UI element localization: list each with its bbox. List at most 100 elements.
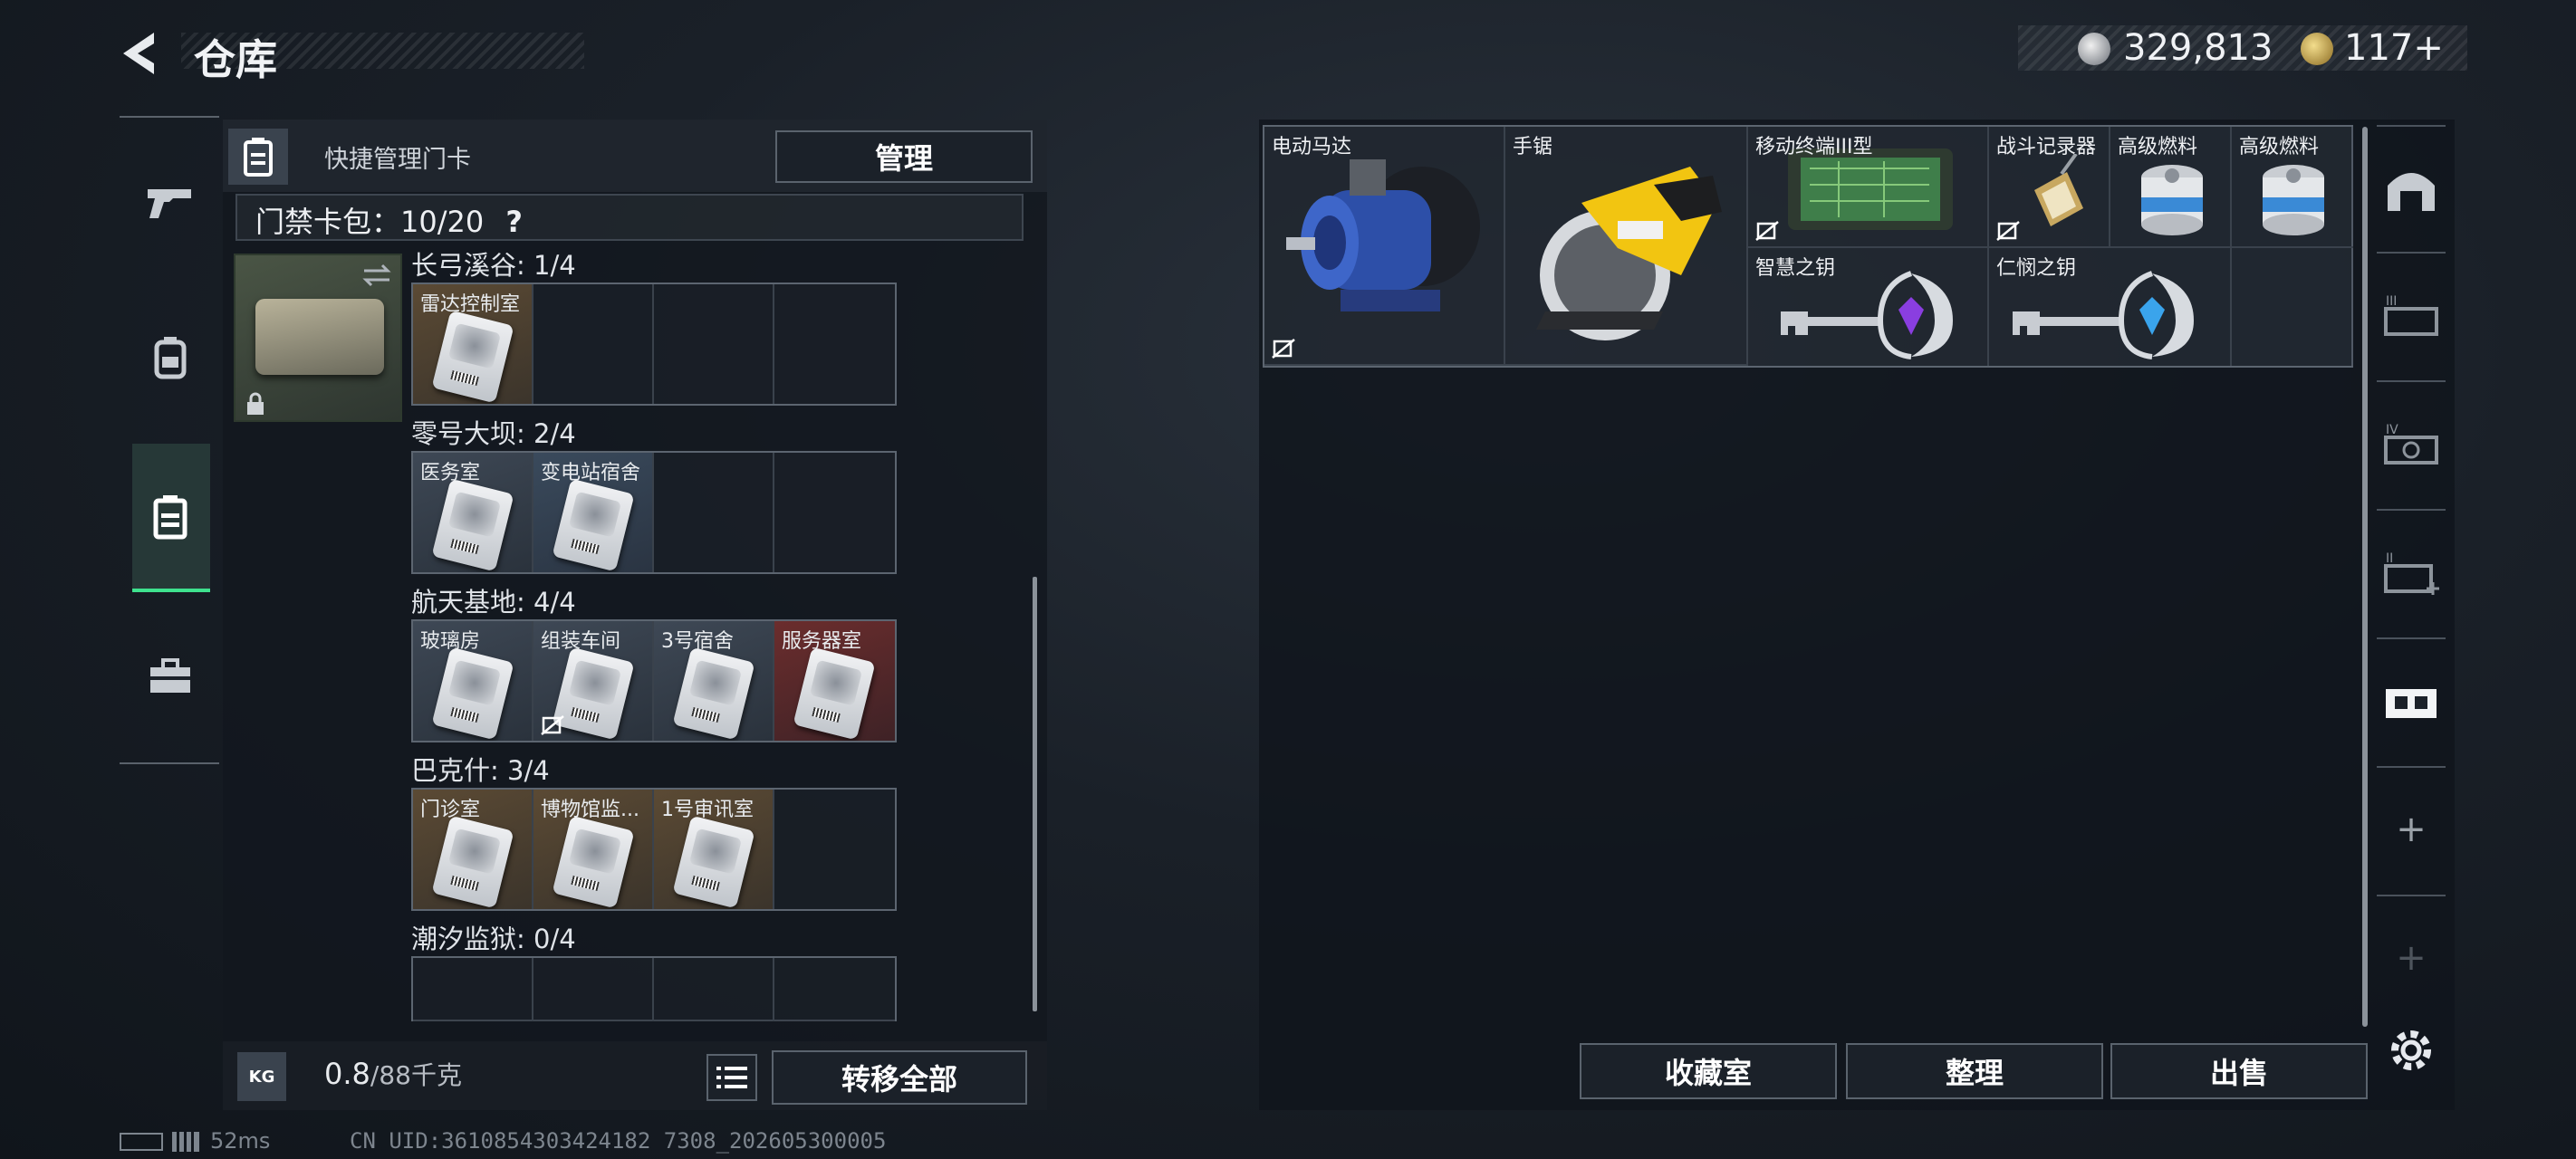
- region-card-grid: 雷达控制室: [411, 283, 897, 406]
- lock-icon: [245, 391, 266, 417]
- empty-keycard-slot[interactable]: [654, 453, 774, 572]
- vault-icon[interactable]: [2371, 150, 2451, 230]
- fuel-can-icon: [2141, 165, 2203, 235]
- empty-keycard-slot[interactable]: [774, 790, 895, 909]
- keycard-slot[interactable]: 玻璃房: [413, 621, 533, 741]
- keycard-name: 医务室: [420, 462, 481, 484]
- card-wallet-image: [255, 299, 384, 375]
- empty-keycard-slot[interactable]: [654, 958, 774, 1021]
- gold-coin-amount[interactable]: 117+: [2344, 27, 2444, 69]
- silver-coin-icon: [2078, 33, 2110, 65]
- user-uid: CN UID:3610854303424182 7308_20260530000…: [350, 1128, 887, 1154]
- help-icon[interactable]: ?: [505, 205, 523, 239]
- transfer-all-button[interactable]: 转移全部: [772, 1050, 1027, 1105]
- svg-text:IV: IV: [2386, 423, 2398, 437]
- empty-keycard-slot[interactable]: [654, 284, 774, 404]
- item-name: 高级燃料: [2118, 136, 2198, 158]
- keycard-name: 博物馆监...: [541, 799, 639, 821]
- keycard-slot[interactable]: 雷达控制室: [413, 284, 533, 404]
- weight-max: /88千克: [370, 1060, 462, 1090]
- stash-page-iv-icon[interactable]: IV: [2371, 404, 2451, 484]
- keycard-image: [431, 815, 514, 909]
- back-arrow-icon[interactable]: [118, 29, 161, 78]
- battery-icon: [120, 1133, 163, 1151]
- keycard-name: 变电站宿舍: [541, 462, 641, 484]
- stash-item[interactable]: 仁悯之钥: [1989, 248, 2232, 366]
- keycard-wallet-icon: [228, 129, 288, 185]
- keycard-image: [552, 815, 635, 909]
- stash-panel: 电动马达 手锯 移动终端III型 战斗记录器 高级燃料 高级燃料 智慧之钥 仁悯…: [1259, 120, 2455, 1110]
- stash-page-ii-icon[interactable]: II: [2371, 532, 2451, 612]
- keycard-capacity: 门禁卡包：10/20 ?: [255, 199, 523, 241]
- swap-icon[interactable]: [360, 263, 393, 288]
- keycard-name: 3号宿舍: [661, 630, 734, 653]
- empty-slot[interactable]: [2232, 248, 2353, 366]
- list-view-button[interactable]: [706, 1054, 757, 1101]
- page-title: 仓库: [194, 35, 277, 84]
- circular-saw-icon: [1536, 167, 1722, 340]
- keycard-image: [431, 647, 514, 741]
- empty-keycard-slot[interactable]: [774, 284, 895, 404]
- weight-value: 0.8: [324, 1057, 370, 1091]
- backpack-icon[interactable]: [133, 321, 207, 395]
- stash-item[interactable]: 高级燃料: [2110, 127, 2232, 248]
- stash-item[interactable]: 电动马达: [1264, 127, 1505, 366]
- stash-item[interactable]: 高级燃料: [2232, 127, 2353, 248]
- currency-bar: 329,813 117+: [2018, 25, 2467, 71]
- empty-keycard-slot[interactable]: [774, 453, 895, 572]
- region-title: 航天基地: 4/4: [411, 587, 576, 618]
- item-name: 移动终端III型: [1755, 136, 1873, 158]
- network-status: 52ms: [120, 1128, 270, 1154]
- region-card-grid: [411, 956, 897, 1021]
- keycard-capacity-row: 门禁卡包：10/20 ?: [235, 194, 1024, 241]
- region-title: 零号大坝: 2/4: [411, 418, 576, 449]
- pistol-icon[interactable]: [133, 165, 207, 239]
- gear-icon[interactable]: [2384, 1023, 2438, 1078]
- untradeable-icon: [541, 715, 564, 735]
- electric-motor-icon: [1286, 159, 1480, 311]
- capacity-value: 10/20: [400, 205, 485, 239]
- region-title: 潮汐监狱: 0/4: [411, 924, 576, 954]
- stash-item[interactable]: 移动终端III型: [1748, 127, 1989, 248]
- keycard-slot[interactable]: 服务器室: [774, 621, 895, 741]
- empty-keycard-slot[interactable]: [774, 958, 895, 1021]
- collection-room-button[interactable]: 收藏室: [1580, 1043, 1837, 1099]
- stash-page-rail: III IV II + +: [2366, 125, 2456, 1058]
- stash-item[interactable]: 手锯: [1505, 127, 1748, 366]
- add-disabled-icon: +: [2396, 937, 2427, 979]
- empty-keycard-slot[interactable]: [533, 958, 654, 1021]
- untradeable-icon: [1272, 339, 1295, 359]
- keycard-slot[interactable]: 3号宿舍: [654, 621, 774, 741]
- silver-coin-amount: 329,813: [2123, 27, 2273, 69]
- keycard-wallet-icon[interactable]: [133, 480, 207, 554]
- stash-item[interactable]: 战斗记录器: [1989, 127, 2110, 248]
- keycard-scrollbar[interactable]: [1033, 577, 1037, 1011]
- sort-button[interactable]: 整理: [1846, 1043, 2103, 1099]
- category-nav: [120, 116, 219, 764]
- toolbox-icon[interactable]: [133, 639, 207, 714]
- keycard-slot[interactable]: 博物馆监...: [533, 790, 654, 909]
- keycard-slot[interactable]: 变电站宿舍: [533, 453, 654, 572]
- keycard-slot[interactable]: 1号审讯室: [654, 790, 774, 909]
- keycard-slot[interactable]: 组装车间: [533, 621, 654, 741]
- item-name: 高级燃料: [2239, 136, 2320, 158]
- card-wallet-slot[interactable]: [234, 254, 402, 422]
- keycard-slot[interactable]: 医务室: [413, 453, 533, 572]
- manage-button[interactable]: 管理: [775, 130, 1033, 183]
- empty-keycard-slot[interactable]: [413, 958, 533, 1021]
- keycard-image: [672, 647, 755, 741]
- keycard-image: [793, 647, 876, 741]
- sell-button[interactable]: 出售: [2110, 1043, 2368, 1099]
- keycard-name: 组装车间: [541, 630, 621, 653]
- untradeable-icon: [1996, 221, 2020, 241]
- stash-item-grid: 电动马达 手锯 移动终端III型 战斗记录器 高级燃料 高级燃料 智慧之钥 仁悯…: [1263, 125, 2353, 368]
- empty-keycard-slot[interactable]: [533, 284, 654, 404]
- add-icon[interactable]: +: [2371, 790, 2451, 869]
- keycard-slot[interactable]: 门诊室: [413, 790, 533, 909]
- stash-item[interactable]: 智慧之钥: [1748, 248, 1989, 366]
- combat-recorder-icon: [2034, 154, 2083, 226]
- keycard-image: [431, 310, 514, 404]
- stash-page-iii-icon[interactable]: III: [2371, 275, 2451, 355]
- stash-page-active-icon[interactable]: [2371, 661, 2451, 741]
- item-name: 战斗记录器: [1996, 136, 2097, 158]
